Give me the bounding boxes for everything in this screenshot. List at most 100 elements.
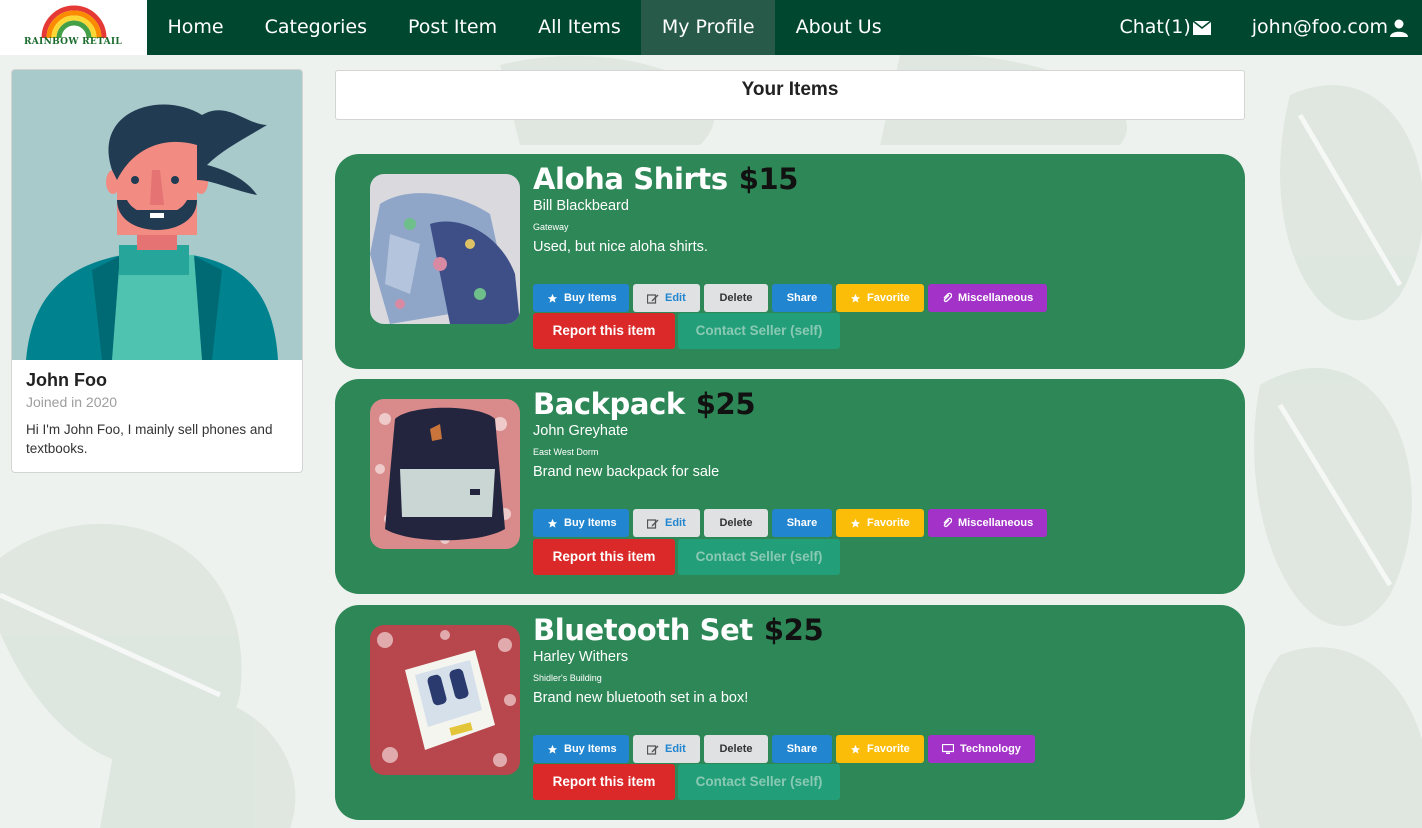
delete-button[interactable]: Delete: [704, 735, 768, 763]
monitor-icon: [942, 743, 954, 754]
item-title-row: Bluetooth Set $25: [533, 613, 824, 647]
profile-bio: Hi I'm John Foo, I mainly sell phones an…: [26, 422, 273, 456]
category-button[interactable]: Miscellaneous: [928, 284, 1048, 312]
star-icon: [850, 293, 861, 303]
edit-label: Edit: [665, 517, 686, 529]
edit-button[interactable]: Edit: [633, 284, 700, 312]
contact-seller-button[interactable]: Contact Seller (self): [678, 313, 840, 349]
favorite-label: Favorite: [867, 517, 910, 529]
share-button[interactable]: Share: [772, 735, 832, 763]
item-photo[interactable]: [370, 174, 520, 324]
item-seller: John Greyhate: [533, 423, 629, 439]
paperclip-icon: [943, 517, 952, 528]
item-title[interactable]: Bluetooth Set: [533, 613, 753, 647]
nav-my-profile[interactable]: My Profile: [641, 0, 776, 55]
contact-seller-button[interactable]: Contact Seller (self): [678, 539, 840, 575]
star-icon: [547, 293, 558, 303]
buy-items-button[interactable]: Buy Items: [533, 284, 629, 312]
item-photo[interactable]: [370, 625, 520, 775]
edit-label: Edit: [665, 743, 686, 755]
item-description: Brand new bluetooth set in a box!: [533, 690, 749, 706]
item-seller: Harley Withers: [533, 649, 629, 665]
top-navbar: RAINBOW RETAIL Home Categories Post Item…: [0, 0, 1422, 55]
favorite-button[interactable]: Favorite: [836, 509, 924, 537]
category-label: Miscellaneous: [958, 517, 1034, 529]
item-seller: Bill Blackbeard: [533, 198, 629, 214]
envelope-icon: [1192, 20, 1211, 35]
item-location: East West Dorm: [533, 447, 599, 457]
report-item-button[interactable]: Report this item: [533, 313, 675, 349]
buy-items-button[interactable]: Buy Items: [533, 735, 629, 763]
contact-seller-button[interactable]: Contact Seller (self): [678, 764, 840, 800]
item-description: Brand new backpack for sale: [533, 464, 720, 480]
favorite-label: Favorite: [867, 292, 910, 304]
star-icon: [547, 744, 558, 754]
item-secondary-row: Report this item Contact Seller (self): [533, 539, 840, 575]
category-label: Miscellaneous: [958, 292, 1034, 304]
item-photo[interactable]: [370, 399, 520, 549]
star-icon: [850, 518, 861, 528]
paperclip-icon: [943, 292, 952, 303]
buy-items-label: Buy Items: [564, 292, 617, 304]
profile-name: John Foo: [26, 370, 107, 390]
nav-home[interactable]: Home: [147, 0, 244, 55]
item-price: $25: [763, 613, 824, 647]
nav-post-item[interactable]: Post Item: [388, 0, 518, 55]
report-item-button[interactable]: Report this item: [533, 764, 675, 800]
star-icon: [850, 744, 861, 754]
item-location: Shidler's Building: [533, 673, 602, 683]
share-button[interactable]: Share: [772, 509, 832, 537]
item-action-row: Buy Items Edit Delete Share Favorite Tec…: [533, 735, 1035, 763]
edit-icon: [647, 518, 659, 529]
item-price: $25: [695, 387, 756, 421]
favorite-label: Favorite: [867, 743, 910, 755]
report-item-button[interactable]: Report this item: [533, 539, 675, 575]
avatar: [12, 70, 302, 360]
nav-chat[interactable]: Chat(1): [1099, 0, 1231, 55]
category-button[interactable]: Technology: [928, 735, 1035, 763]
nav-categories[interactable]: Categories: [244, 0, 387, 55]
nav-user[interactable]: john@foo.com: [1231, 0, 1422, 55]
user-email: john@foo.com: [1251, 16, 1388, 38]
item-card: Backpack $25 John Greyhate East West Dor…: [335, 379, 1245, 594]
chat-label: Chat(1): [1119, 16, 1191, 38]
item-card: Aloha Shirts $15 Bill Blackbeard Gateway…: [335, 154, 1245, 369]
rainbow-retail-logo[interactable]: RAINBOW RETAIL: [0, 0, 147, 55]
star-icon: [547, 518, 558, 528]
backpack-image: [370, 399, 520, 549]
bluetooth-set-image: [370, 625, 520, 775]
item-price: $15: [738, 162, 799, 196]
nav-about-us[interactable]: About Us: [775, 0, 902, 55]
nav-all-items[interactable]: All Items: [518, 0, 642, 55]
item-title[interactable]: Aloha Shirts: [533, 162, 728, 196]
user-icon: [1390, 19, 1408, 37]
avatar-illustration: [12, 70, 302, 360]
edit-label: Edit: [665, 292, 686, 304]
item-title-row: Backpack $25: [533, 387, 756, 421]
edit-button[interactable]: Edit: [633, 735, 700, 763]
profile-joined: Joined in 2020: [26, 394, 118, 410]
item-action-row: Buy Items Edit Delete Share Favorite Mis…: [533, 284, 1048, 312]
profile-card: John Foo Joined in 2020 Hi I'm John Foo,…: [11, 69, 303, 473]
item-secondary-row: Report this item Contact Seller (self): [533, 313, 840, 349]
your-items-header: Your Items: [335, 70, 1245, 120]
aloha-shirts-image: [370, 174, 520, 324]
favorite-button[interactable]: Favorite: [836, 284, 924, 312]
delete-button[interactable]: Delete: [704, 509, 768, 537]
favorite-button[interactable]: Favorite: [836, 735, 924, 763]
item-title[interactable]: Backpack: [533, 387, 685, 421]
category-label: Technology: [960, 743, 1021, 755]
logo-text: RAINBOW RETAIL: [24, 37, 123, 47]
item-action-row: Buy Items Edit Delete Share Favorite Mis…: [533, 509, 1048, 537]
item-title-row: Aloha Shirts $15: [533, 162, 798, 196]
share-button[interactable]: Share: [772, 284, 832, 312]
category-button[interactable]: Miscellaneous: [928, 509, 1048, 537]
item-description: Used, but nice aloha shirts.: [533, 239, 708, 255]
delete-button[interactable]: Delete: [704, 284, 768, 312]
item-location: Gateway: [533, 222, 569, 232]
buy-items-button[interactable]: Buy Items: [533, 509, 629, 537]
rainbow-logo-icon: [41, 5, 107, 39]
nav-right-group: Chat(1) john@foo.com: [1099, 0, 1422, 55]
item-card: Bluetooth Set $25 Harley Withers Shidler…: [335, 605, 1245, 820]
edit-button[interactable]: Edit: [633, 509, 700, 537]
